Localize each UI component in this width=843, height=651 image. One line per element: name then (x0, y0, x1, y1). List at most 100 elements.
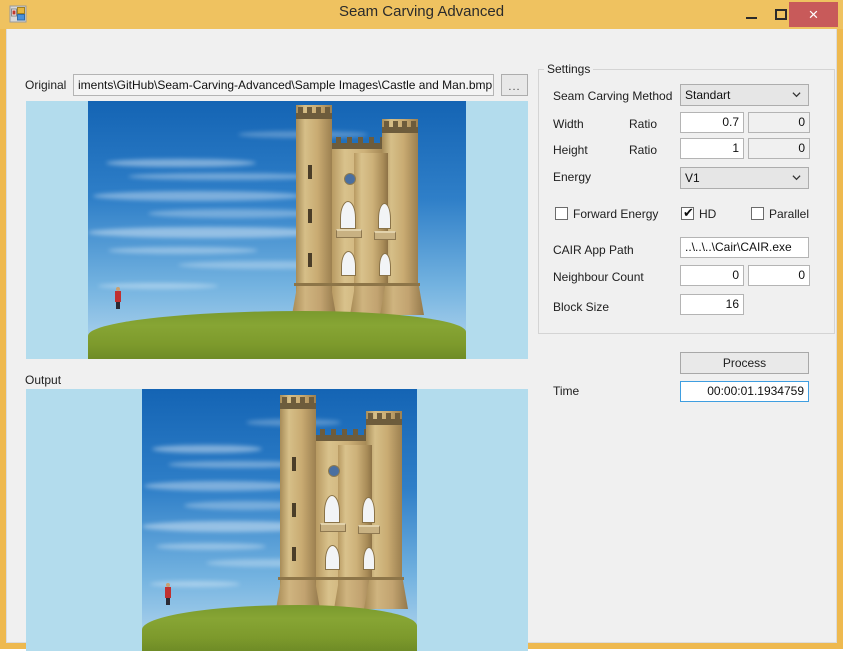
crenellation (377, 413, 382, 420)
cloud (152, 445, 262, 453)
crenellation (353, 429, 358, 436)
window (325, 545, 340, 570)
balcony (374, 231, 396, 240)
neighbour-count-input[interactable]: 0 (680, 265, 744, 286)
seam-carving-method-value: Standart (685, 88, 731, 102)
window (363, 547, 375, 570)
width-label: Width (553, 117, 584, 131)
cair-app-path-input[interactable]: ..\..\..\Cair\CAIR.exe (680, 237, 809, 258)
close-icon: × (808, 5, 819, 24)
window (324, 495, 340, 523)
crenellation (298, 107, 303, 114)
window (378, 203, 391, 229)
original-image-box[interactable] (26, 101, 528, 359)
client-area: Original iments\GitHub\Seam-Carving-Adva… (6, 29, 837, 651)
application-window: Seam Carving Advanced × Original iments\… (0, 0, 843, 651)
original-castle-image (88, 101, 466, 359)
crenellation (316, 107, 321, 114)
arrow-slit (292, 457, 296, 471)
height-pixels-input[interactable]: 0 (748, 138, 810, 159)
arrow-slit (292, 547, 296, 561)
hd-label: HD (699, 207, 717, 221)
crenellation (384, 121, 389, 128)
output-castle-image (142, 389, 417, 651)
browse-button[interactable]: ... (501, 74, 528, 96)
castle-tower (292, 105, 424, 315)
person-figure (114, 287, 122, 309)
crenellation (393, 121, 398, 128)
grass-field (88, 311, 466, 359)
energy-select[interactable]: V1 (680, 167, 809, 189)
hd-checkbox[interactable]: ✔ (681, 205, 694, 220)
process-button[interactable]: Process (680, 352, 809, 374)
cloud (108, 247, 258, 254)
blue-plaque (344, 173, 356, 185)
block-size-input[interactable]: 16 (680, 294, 744, 315)
balcony (320, 523, 346, 532)
original-path-input[interactable]: iments\GitHub\Seam-Carving-Advanced\Samp… (73, 74, 494, 96)
crenellation (342, 429, 347, 436)
crenellation (325, 107, 330, 114)
output-label: Output (25, 373, 62, 387)
balcony (336, 229, 362, 238)
person-figure (164, 583, 172, 605)
tower-base (380, 285, 424, 315)
arrow-slit (308, 209, 312, 223)
parallel-label: Parallel (769, 207, 810, 221)
window (362, 497, 375, 523)
castle-tower (276, 395, 408, 609)
cloud (88, 227, 328, 238)
arrow-slit (292, 503, 296, 517)
chevron-down-icon (792, 175, 801, 181)
neighbour-count-label: Neighbour Count (553, 270, 644, 284)
crenellation (358, 137, 363, 144)
cloud (106, 159, 256, 167)
seam-carving-method-select[interactable]: Standart (680, 84, 809, 106)
output-image-box[interactable] (26, 389, 528, 651)
crenellation (331, 429, 336, 436)
forward-energy-label: Forward Energy (573, 207, 659, 221)
chevron-down-icon (792, 92, 801, 98)
width-pixels-input[interactable]: 0 (748, 112, 810, 133)
cloud (128, 173, 318, 180)
crenellation (282, 397, 287, 404)
settings-legend: Settings (544, 62, 594, 76)
height-ratio-input[interactable]: 1 (680, 138, 744, 159)
crenellation (320, 429, 325, 436)
crenellation (386, 413, 391, 420)
forward-energy-checkbox[interactable] (555, 207, 568, 220)
hd-check-icon: ✔ (683, 205, 694, 220)
minimize-button[interactable] (736, 0, 766, 29)
close-button[interactable]: × (789, 2, 838, 27)
neighbour-count-input-2[interactable]: 0 (748, 265, 810, 286)
tower-base (364, 579, 408, 609)
width-ratio-input[interactable]: 0.7 (680, 112, 744, 133)
crenellation (368, 413, 373, 420)
width-ratio-label: Ratio (629, 117, 658, 131)
cloud (144, 481, 299, 491)
original-label: Original (25, 78, 67, 92)
crenellation (369, 137, 374, 144)
block-size-label: Block Size (553, 300, 610, 314)
seam-carving-method-label: Seam Carving Method (553, 89, 673, 103)
time-output-field[interactable]: 00:00:01.1934759 (680, 381, 809, 402)
window (341, 251, 356, 276)
crenellation (300, 397, 305, 404)
arrow-slit (308, 253, 312, 267)
blue-plaque (328, 465, 340, 477)
window (379, 253, 391, 276)
crenellation (307, 107, 312, 114)
cloud (93, 191, 303, 201)
cair-app-path-label: CAIR App Path (553, 243, 634, 257)
crenellation (336, 137, 341, 144)
title-bar[interactable]: Seam Carving Advanced × (0, 0, 843, 29)
parallel-checkbox[interactable] (751, 207, 764, 220)
cloud (156, 543, 266, 550)
height-ratio-label: Ratio (629, 143, 658, 157)
energy-label: Energy (553, 170, 592, 184)
person-body (115, 291, 121, 302)
grass-field (142, 605, 417, 651)
person-legs (116, 302, 120, 309)
maximize-icon (775, 9, 787, 20)
crenellation (411, 121, 416, 128)
